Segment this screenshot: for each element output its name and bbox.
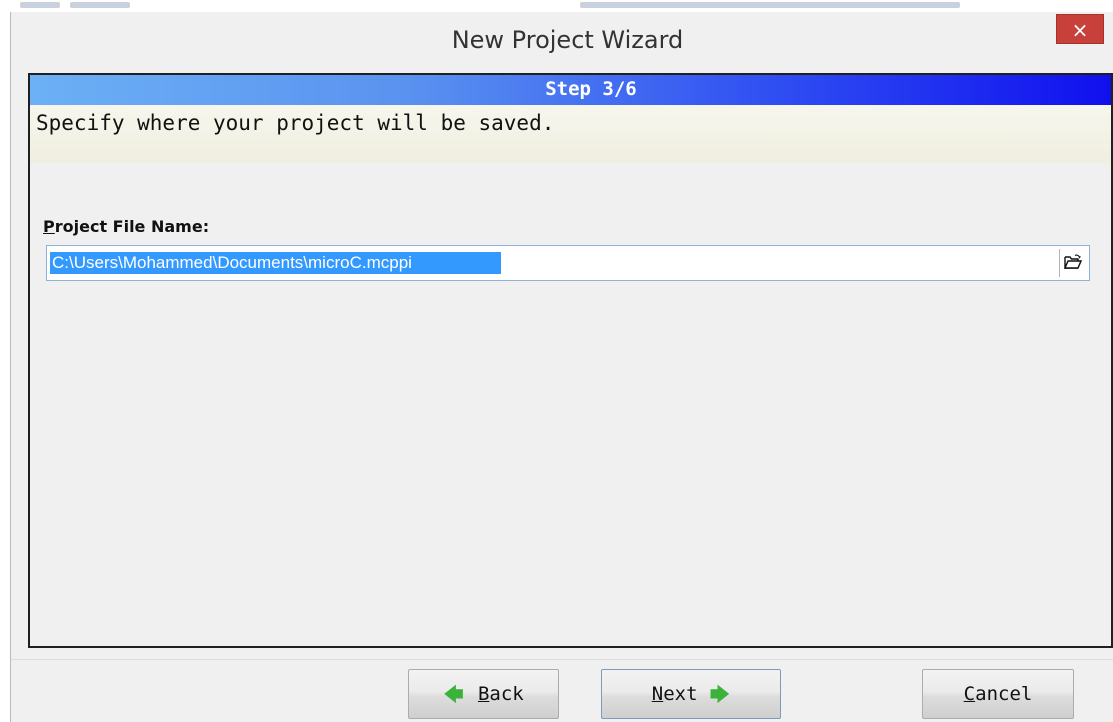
background-window-strip (0, 0, 1113, 12)
instruction-text: Specify where your project will be saved… (36, 111, 555, 135)
browse-button[interactable] (1059, 249, 1087, 277)
project-file-name-label: Project File Name: (43, 217, 209, 236)
back-button[interactable]: 🡄 Back (408, 669, 559, 719)
next-label: ext (663, 683, 698, 705)
window-title: New Project Wizard (451, 26, 684, 54)
close-button[interactable]: × (1056, 14, 1104, 44)
wizard-window: New Project Wizard × Step 3/6 Specify wh… (10, 12, 1113, 722)
wizard-content: Step 3/6 Specify where your project will… (28, 73, 1113, 648)
project-file-field[interactable] (46, 245, 1090, 281)
arrow-left-icon: 🡄 (443, 682, 464, 706)
arrow-right-icon: 🡆 (709, 682, 731, 706)
cancel-label: ancel (975, 683, 1033, 705)
cancel-button[interactable]: Cancel (922, 669, 1074, 719)
cancel-mnemonic: C (963, 683, 976, 705)
project-file-input[interactable] (48, 247, 1048, 279)
instruction-panel: Specify where your project will be saved… (30, 105, 1111, 163)
step-header: Step 3/6 (30, 75, 1111, 105)
back-label: ack (489, 683, 524, 705)
close-icon: × (1071, 18, 1089, 42)
footer-divider (11, 659, 1113, 660)
open-folder-icon (1064, 254, 1082, 269)
title-bar: New Project Wizard × (11, 12, 1113, 72)
next-mnemonic: N (651, 683, 664, 705)
back-mnemonic: B (477, 683, 490, 705)
label-text: roject File Name: (54, 217, 210, 236)
next-button[interactable]: Next 🡆 (601, 669, 781, 719)
label-mnemonic: P (43, 217, 55, 236)
step-indicator: Step 3/6 (545, 78, 637, 100)
